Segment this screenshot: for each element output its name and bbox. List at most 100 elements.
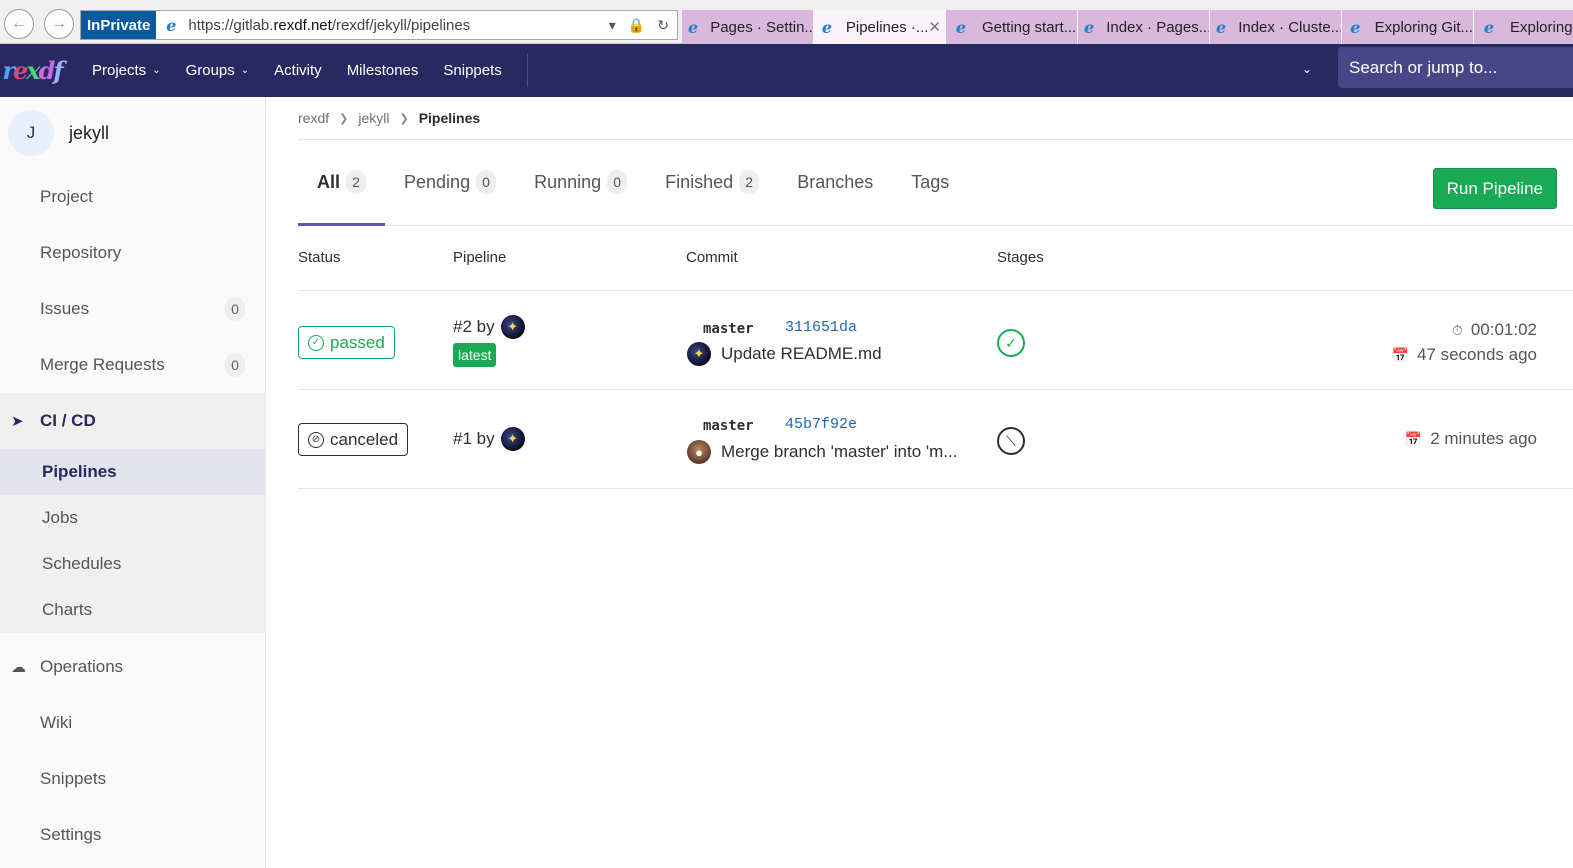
stage-canceled-icon[interactable]: ⟍ bbox=[997, 427, 1025, 455]
table-row: ⊘ canceled #1 by ✦ master 45b7f92e ● Mer… bbox=[298, 390, 1573, 489]
browser-tab[interactable]: e Pages · Settin... bbox=[682, 10, 814, 44]
sidebar-item-label: Project bbox=[40, 187, 93, 206]
sidebar-item-project[interactable]: Project bbox=[0, 169, 265, 225]
commit-author-avatar[interactable]: ● bbox=[687, 440, 711, 464]
status-badge[interactable]: ✓ passed bbox=[298, 326, 395, 359]
commit-sha-link[interactable]: 45b7f92e bbox=[785, 416, 857, 433]
close-icon[interactable]: ✕ bbox=[928, 18, 941, 36]
sidebar-item-operations[interactable]: ☁ Operations bbox=[0, 639, 265, 695]
breadcrumb-item[interactable]: jekyll bbox=[358, 110, 389, 126]
column-stages: Stages bbox=[997, 249, 1044, 266]
browser-tab[interactable]: e Exploring Git... bbox=[1342, 10, 1474, 44]
commit-title-link[interactable]: Merge branch 'master' into 'm... bbox=[721, 442, 958, 462]
topnav-milestones[interactable]: Milestones bbox=[347, 62, 419, 79]
tab-branches[interactable]: Branches bbox=[778, 139, 892, 225]
sidebar-item-label: Issues bbox=[40, 299, 90, 318]
table-row: ✓ passed #2 by ✦ latest master 311651da … bbox=[298, 291, 1573, 390]
sidebar-item-repository[interactable]: Repository bbox=[0, 225, 265, 281]
status-badge[interactable]: ⊘ canceled bbox=[298, 423, 409, 456]
browser-tab-title: Getting start... bbox=[982, 18, 1077, 36]
commit-message: ✦ Update README.md bbox=[687, 342, 882, 366]
search-input[interactable]: Search or jump to... bbox=[1338, 47, 1573, 88]
tab-label: Branches bbox=[797, 171, 874, 192]
browser-tab[interactable]: e Index · Cluste... bbox=[1210, 10, 1342, 44]
run-pipeline-button[interactable]: Run Pipeline bbox=[1432, 168, 1557, 209]
sidebar-item-snippets[interactable]: Snippets bbox=[0, 751, 265, 807]
sidebar-item-settings[interactable]: Settings bbox=[0, 807, 265, 863]
ie-icon: e bbox=[1483, 17, 1495, 37]
breadcrumb: rexdf ❯ jekyll ❯ Pipelines bbox=[298, 97, 1573, 140]
browser-tab[interactable]: e Exploring bbox=[1474, 10, 1573, 44]
browser-tab[interactable]: e Pipelines ·... ✕ bbox=[814, 10, 946, 44]
topnav-groups[interactable]: Groups ⌄ bbox=[186, 62, 250, 79]
commit-author-avatar[interactable]: ✦ bbox=[687, 342, 711, 366]
sidebar-project-header[interactable]: J jekyll bbox=[0, 97, 265, 169]
ie-icon: e bbox=[955, 17, 967, 37]
tab-finished[interactable]: Finished 2 bbox=[646, 139, 778, 225]
topnav-snippets[interactable]: Snippets bbox=[443, 62, 501, 79]
tab-all[interactable]: All 2 bbox=[298, 139, 386, 226]
sidebar-item-wiki[interactable]: Wiki bbox=[0, 695, 265, 751]
sidebar-subitem-jobs[interactable]: Jobs bbox=[0, 495, 265, 541]
count-badge: 2 bbox=[346, 170, 367, 194]
topnav-link-label: Snippets bbox=[443, 62, 502, 79]
commit-title-link[interactable]: Update README.md bbox=[721, 344, 882, 364]
sidebar-item-label: Repository bbox=[40, 243, 122, 262]
nav-divider bbox=[526, 54, 528, 87]
address-bar[interactable]: InPrivate e https://gitlab.rexdf.net/rex… bbox=[80, 10, 678, 40]
browser-tab[interactable]: e Index · Pages... bbox=[1078, 10, 1210, 44]
back-button[interactable]: ← bbox=[4, 9, 34, 39]
sidebar-subitem-pipelines[interactable]: Pipelines bbox=[0, 449, 265, 495]
tab-pending[interactable]: Pending 0 bbox=[385, 139, 515, 225]
topnav-activity[interactable]: Activity bbox=[274, 62, 322, 79]
chevron-down-icon[interactable]: ⌄ bbox=[1302, 62, 1312, 76]
branch-link[interactable]: master bbox=[703, 321, 754, 337]
breadcrumb-item[interactable]: rexdf bbox=[298, 110, 329, 126]
browser-tab[interactable]: e Getting start... bbox=[946, 10, 1078, 44]
logo-letter: x bbox=[26, 56, 40, 85]
chevron-right-icon: ❯ bbox=[339, 112, 349, 125]
dropdown-arrow-icon[interactable]: ▾ bbox=[609, 17, 616, 34]
logo-letter: f bbox=[53, 56, 63, 85]
tab-running[interactable]: Running 0 bbox=[515, 139, 646, 225]
chevron-right-icon: ❯ bbox=[399, 112, 409, 125]
tab-tags[interactable]: Tags bbox=[892, 139, 968, 225]
sidebar-subitem-schedules[interactable]: Schedules bbox=[0, 541, 265, 587]
topnav-projects[interactable]: Projects ⌄ bbox=[92, 62, 161, 79]
forward-button[interactable]: → bbox=[44, 9, 74, 39]
calendar-icon: 📅 bbox=[1404, 430, 1423, 447]
branch-link[interactable]: master bbox=[703, 418, 754, 434]
count-badge: 0 bbox=[225, 297, 245, 321]
pipeline-finished-time: 📅 47 seconds ago bbox=[1391, 345, 1537, 364]
column-status: Status bbox=[298, 249, 341, 266]
topnav-link-label: Projects bbox=[92, 62, 147, 79]
column-commit: Commit bbox=[686, 249, 738, 266]
tab-label: Tags bbox=[911, 171, 950, 192]
project-name[interactable]: jekyll bbox=[69, 123, 109, 144]
user-avatar[interactable]: ✦ bbox=[500, 315, 525, 339]
user-avatar[interactable]: ✦ bbox=[500, 427, 525, 451]
sidebar-item-merge-requests[interactable]: Merge Requests 0 bbox=[0, 337, 265, 393]
sidebar-item-label: Wiki bbox=[40, 713, 73, 732]
pipeline-id[interactable]: #1 by ✦ bbox=[453, 427, 525, 451]
ie-icon: e bbox=[166, 15, 177, 35]
sidebar-item-ci-cd[interactable]: ➤ CI / CD bbox=[0, 393, 265, 449]
refresh-icon[interactable]: ↻ bbox=[657, 17, 669, 34]
count-badge: 2 bbox=[739, 170, 760, 194]
commit-sha-link[interactable]: 311651da bbox=[785, 319, 857, 336]
browser-tab-title: Pages · Settin... bbox=[710, 18, 814, 36]
sidebar-item-issues[interactable]: Issues 0 bbox=[0, 281, 265, 337]
topnav-link-label: Groups bbox=[185, 62, 235, 79]
sidebar: J jekyll Project Repository Issues 0 Merge R… bbox=[0, 97, 266, 868]
latest-badge: latest bbox=[453, 343, 497, 367]
gitlab-logo[interactable]: rexdf bbox=[0, 44, 64, 97]
count-badge: 0 bbox=[607, 170, 628, 194]
sidebar-subitem-charts[interactable]: Charts bbox=[0, 587, 265, 633]
browser-tab-title: Index · Pages... bbox=[1106, 18, 1210, 36]
url-text[interactable]: https://gitlab.rexdf.net/rexdf/jekyll/pi… bbox=[188, 17, 608, 34]
pipeline-id[interactable]: #2 by ✦ bbox=[453, 315, 525, 339]
stage-success-icon[interactable]: ✓ bbox=[997, 329, 1025, 357]
breadcrumb-item[interactable]: Pipelines bbox=[419, 110, 480, 126]
lock-icon[interactable]: 🔒 bbox=[628, 17, 645, 34]
sidebar-item-label: Snippets bbox=[40, 769, 107, 788]
